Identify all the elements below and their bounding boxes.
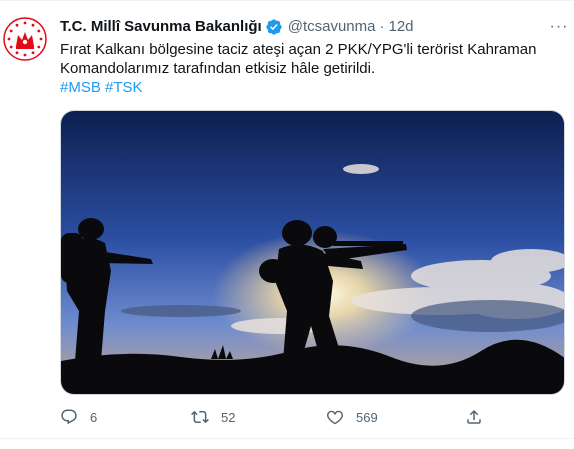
- tweet-media-image[interactable]: [60, 110, 565, 395]
- hashtag-msb[interactable]: #MSB: [60, 79, 101, 96]
- bottom-divider: [0, 438, 574, 439]
- separator-dot: ·: [379, 18, 385, 35]
- verified-badge-icon: [266, 19, 282, 35]
- share-icon: [467, 409, 481, 424]
- soldiers-silhouette-photo: [61, 111, 564, 394]
- tweet-actions: 6 52 569: [60, 405, 490, 429]
- more-icon: ···: [549, 18, 569, 35]
- reply-button[interactable]: 6: [60, 405, 97, 429]
- retweet-count: 52: [221, 409, 236, 425]
- like-count: 569: [356, 409, 378, 425]
- share-button[interactable]: [465, 405, 483, 429]
- retweet-button[interactable]: 52: [191, 405, 235, 429]
- tweet-text: Fırat Kalkanı bölgesine taciz ateşi açan…: [60, 40, 565, 97]
- more-options-button[interactable]: ···: [548, 18, 570, 36]
- display-name[interactable]: T.C. Millî Savunma Bakanlığı: [60, 17, 262, 37]
- reply-count: 6: [90, 409, 98, 425]
- retweet-icon: [191, 410, 209, 424]
- heart-icon: [327, 410, 343, 425]
- avatar[interactable]: [2, 16, 48, 62]
- tweet-text-line: Komandolarımız tarafından etkisiz hâle g…: [60, 60, 376, 77]
- top-divider: [0, 0, 574, 1]
- like-button[interactable]: 569: [326, 405, 378, 429]
- hashtag-tsk[interactable]: #TSK: [105, 79, 143, 96]
- tweet-header: T.C. Millî Savunma Bakanlığı @tcsavunma …: [60, 16, 414, 38]
- msb-emblem-icon: [2, 16, 48, 62]
- hashtag-list: #MSB #TSK: [60, 78, 565, 97]
- reply-icon: [61, 409, 77, 425]
- user-handle[interactable]: @tcsavunma: [288, 17, 376, 37]
- tweet-timestamp[interactable]: 12d: [388, 17, 413, 37]
- tweet-text-line: Fırat Kalkanı bölgesine taciz ateşi açan…: [60, 41, 537, 58]
